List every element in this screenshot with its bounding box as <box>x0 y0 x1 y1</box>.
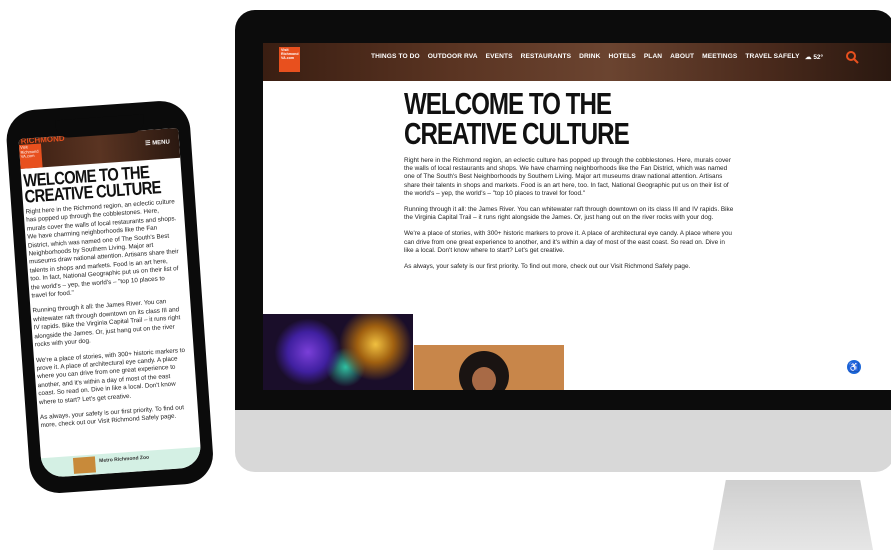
portrait-face <box>472 367 496 390</box>
holiday-lights-image[interactable] <box>263 314 413 390</box>
phone-mockup: RICHMOND Visit Richmond VA.com ☰ MENU WE… <box>0 97 243 503</box>
nav-item-meetings[interactable]: MEETINGS <box>702 53 737 60</box>
phone-menu-button[interactable]: ☰ MENU <box>145 138 170 147</box>
nav-item-restaurants[interactable]: RESTAURANTS <box>521 53 571 60</box>
phone-safety-paragraph: As always, your safety is our first prio… <box>39 404 185 430</box>
nav-item-about[interactable]: ABOUT <box>670 53 694 60</box>
phone-river-paragraph: Running through it all: the James River.… <box>32 298 181 349</box>
nav-item-things-to-do[interactable]: THINGS TO DO <box>371 53 420 60</box>
search-icon[interactable] <box>845 50 859 64</box>
intro-paragraph: Right here in the Richmond region, an ec… <box>404 157 731 197</box>
desktop-screen: Visit Richmond VA.com THINGS TO DO OUTDO… <box>263 43 891 390</box>
ad-text: Metro Richmond Zoo <box>99 454 150 465</box>
desktop-monitor: Visit Richmond VA.com THINGS TO DO OUTDO… <box>235 10 891 550</box>
weather-widget[interactable]: ☁ 52° <box>805 53 823 61</box>
nav-item-plan[interactable]: PLAN <box>644 53 662 60</box>
portrait-image[interactable] <box>414 345 564 390</box>
safety-paragraph: As always, your safety is our first prio… <box>404 263 691 271</box>
weather-temp: 52° <box>813 54 824 61</box>
ad-image <box>72 456 96 474</box>
phone-site-logo[interactable]: Visit Richmond VA.com <box>18 143 43 169</box>
phone-page-title: WELCOME TO THE CREATIVE CULTURE <box>22 161 162 207</box>
stories-paragraph: We're a place of stories, with 300+ hist… <box>404 230 732 254</box>
cloud-icon: ☁ <box>805 54 812 61</box>
phone-main-content: WELCOME TO THE CREATIVE CULTURE Right he… <box>23 162 191 438</box>
site-logo[interactable]: Visit Richmond VA.com <box>279 47 300 72</box>
main-menu: THINGS TO DO OUTDOOR RVA EVENTS RESTAURA… <box>371 53 800 60</box>
accessibility-icon[interactable]: ♿ <box>847 360 861 374</box>
river-paragraph: Running through it all: the James River.… <box>404 206 734 222</box>
phone-screen: RICHMOND Visit Richmond VA.com ☰ MENU WE… <box>18 127 202 479</box>
desktop-nav-bar: Visit Richmond VA.com THINGS TO DO OUTDO… <box>263 43 891 81</box>
nav-item-travel-safely[interactable]: TRAVEL SAFELY <box>745 53 799 60</box>
desktop-main-content: WELCOME TO THE CREATIVE CULTURE Right he… <box>404 86 734 279</box>
page-title: WELCOME TO THE CREATIVE CULTURE <box>404 86 630 151</box>
monitor-stand <box>713 480 873 550</box>
phone-intro-paragraph: Right here in the Richmond region, an ec… <box>25 198 179 300</box>
phone-stories-paragraph: We're a place of stories, with 300+ hist… <box>35 346 186 406</box>
nav-item-drink[interactable]: DRINK <box>579 53 600 60</box>
nav-item-outdoor-rva[interactable]: OUTDOOR RVA <box>428 53 478 60</box>
nav-item-hotels[interactable]: HOTELS <box>608 53 635 60</box>
nav-item-events[interactable]: EVENTS <box>486 53 513 60</box>
